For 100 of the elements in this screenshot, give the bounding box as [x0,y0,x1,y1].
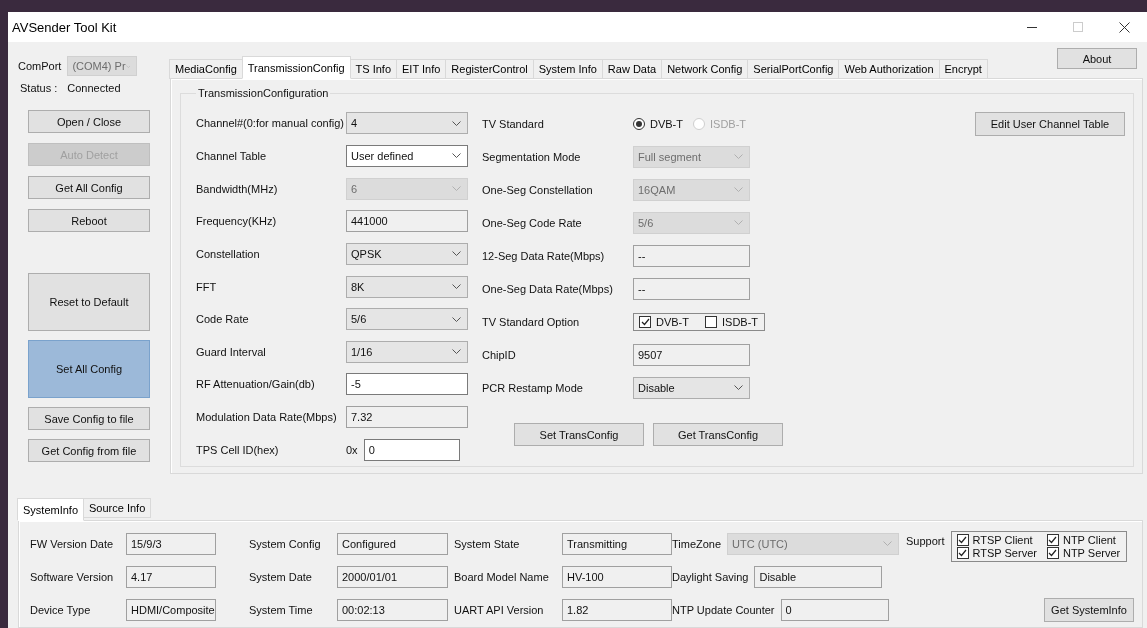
tab[interactable]: MediaConfig [169,59,243,79]
dropdown-field[interactable]: 1/16 [346,340,468,363]
info-label: System Time [249,603,314,616]
checkbox-label: NTP Server [1062,547,1121,559]
input-field[interactable]: -5 [346,373,468,396]
chevron-down-icon [734,187,743,192]
field-label: One-Seg Data Rate(Mbps) [482,282,614,295]
tab[interactable]: Source Info [83,498,152,518]
group-title: TransmissionConfiguration [197,87,330,99]
field-label: TPS Cell ID(hex) [196,443,280,456]
chevron-down-icon [734,154,743,159]
chevron-down-icon [452,186,461,192]
info-field: 00:02:13 [337,598,448,621]
field-label: Constellation [196,247,261,260]
get-systeminfo-button[interactable]: Get SystemInfo [1044,597,1134,622]
info-field: HV-100 [562,565,672,588]
info-field: Configured [337,532,448,555]
radio-button[interactable] [633,117,645,130]
info-label: NTP Update Counter [672,603,775,616]
checkbox-label: RTSP Client [972,534,1033,546]
chevron-down-icon [452,120,461,126]
info-field: 2000/01/01 [337,565,448,588]
input-field[interactable]: 441000 [346,210,468,233]
field-label: TV Standard Option [482,315,581,328]
window-title: AVSender Tool Kit [12,19,117,35]
chevron-down-icon [883,541,893,546]
side-button[interactable]: Get All Config [28,176,150,199]
side-button[interactable]: Reboot [28,209,150,232]
checkbox[interactable] [956,534,969,546]
tab[interactable]: TransmissionConfig [241,56,351,79]
field-label: Segmentation Mode [482,150,582,163]
about-button[interactable]: About [1057,48,1137,69]
side-button[interactable]: Open / Close [28,110,150,133]
field-label: Bandwidth(MHz) [196,182,279,195]
checkbox[interactable] [1046,547,1059,559]
hex-prefix: 0x [346,443,358,456]
close-icon [1118,21,1130,33]
trans-config-button[interactable]: Get TransConfig [653,423,783,446]
dropdown-field[interactable]: User defined [346,144,468,167]
info-label: Device Type [30,603,92,616]
info-label: System Date [249,570,313,583]
field-label: FFT [196,280,218,293]
field-label: PCR Restamp Mode [482,381,584,394]
support-label: Support [906,535,945,547]
chevron-down-icon [452,316,461,322]
checkbox-label: NTP Client [1062,534,1116,546]
config-button[interactable]: Reset to Default [28,273,150,331]
checkbox[interactable] [639,315,651,328]
info-label: UART API Version [454,603,545,616]
field-label: TV Standard [482,117,545,130]
field-label: 12-Seg Data Rate(Mbps) [482,249,606,262]
info-field: 0 [780,598,889,621]
tab[interactable]: SystemInfo [17,498,85,521]
field-label: Guard Interval [196,345,267,358]
status-label: Status : [20,82,58,94]
checkbox-label: RTSP Server [972,547,1037,559]
chevron-down-icon [734,385,743,390]
dropdown-field[interactable]: 8K [346,275,468,298]
trans-config-button[interactable]: Set TransConfig [514,423,644,446]
dropdown-field[interactable]: 5/6 [346,308,468,331]
input-field[interactable]: -- [633,277,750,300]
info-field: 1.82 [562,598,672,621]
config-button[interactable]: Get Config from file [28,439,150,462]
checkbox-label: DVB-T [656,315,689,328]
dropdown-field[interactable]: 4 [346,112,468,135]
chevron-down-icon [452,153,461,159]
checkbox[interactable] [705,315,717,328]
field-label: RF Attenuation/Gain(db) [196,378,316,391]
radio-label: ISDB-T [710,117,747,130]
chevron-down-icon [452,251,461,257]
field-label: ChipID [482,348,517,361]
info-label: FW Version Date [30,537,115,550]
radio-label: DVB-T [650,117,683,130]
tab[interactable]: Encrypt [938,59,988,79]
info-field: Disable [754,565,883,588]
input-field[interactable]: 7.32 [346,406,468,429]
config-button[interactable]: Set All Config [28,340,150,398]
info-label: System Config [249,537,322,550]
checkbox[interactable] [956,547,969,559]
input-field[interactable]: -- [633,244,750,267]
chevron-down-icon [452,284,461,289]
comport-label: ComPort [18,60,62,72]
info-label: System State [454,537,521,550]
edit-channel-table-button[interactable]: Edit User Channel Table [975,112,1125,136]
field-label: One-Seg Constellation [482,183,594,196]
info-field: 4.17 [126,565,216,588]
dropdown-field[interactable]: Disable [633,376,750,399]
minimize-icon [1027,26,1037,28]
chevron-down-icon [734,220,743,225]
input-field[interactable]: 9507 [633,343,750,366]
checkbox[interactable] [1046,534,1059,546]
status-text: Connected [67,82,121,94]
config-button[interactable]: Save Config to file [28,407,150,430]
info-field: 15/9/3 [126,532,216,555]
maximize-icon [1073,22,1083,32]
dropdown-field[interactable]: QPSK [346,242,468,265]
field-label: Channel Table [196,149,268,162]
input-field[interactable]: 0 [363,438,460,461]
field-label: Channel#(0:for manual config) [196,117,345,130]
field-label: Modulation Data Rate(Mbps) [196,411,338,424]
